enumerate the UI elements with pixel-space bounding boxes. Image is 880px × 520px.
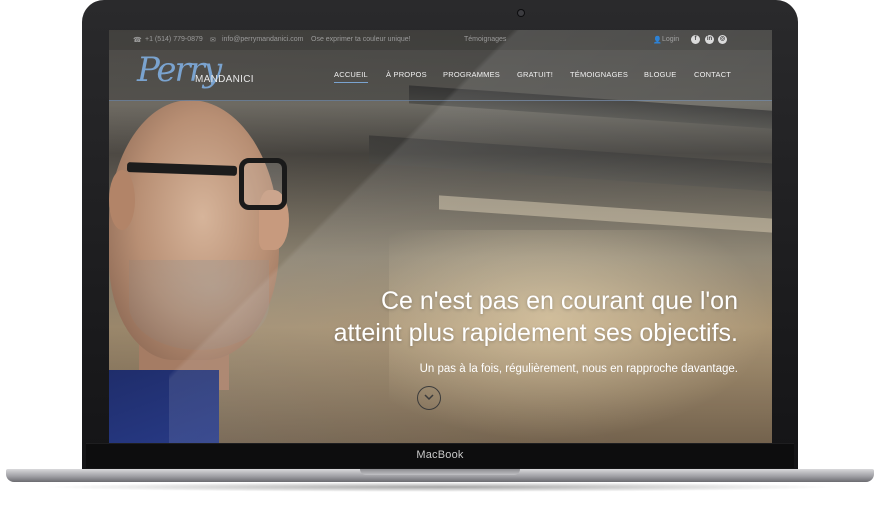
instagram-icon[interactable]: ◎ <box>718 35 727 44</box>
glasses-lens <box>239 158 287 210</box>
nav-programmes[interactable]: PROGRAMMES <box>443 70 500 79</box>
hero-subtitle: Un pas à la fois, régulièrement, nous en… <box>419 363 738 375</box>
hero-portrait <box>109 70 329 443</box>
user-icon: 👤 <box>653 37 662 44</box>
nav-a-propos[interactable]: À PROPOS <box>386 70 427 79</box>
tagline: Ose exprimer ta couleur unique! <box>311 36 411 43</box>
testimonials-link[interactable]: Témoignages <box>464 36 506 43</box>
main-nav: ACCUEIL À PROPOS PROGRAMMES GRATUIT! TÉM… <box>109 70 772 86</box>
nav-temoignages[interactable]: TÉMOIGNAGES <box>570 70 628 79</box>
device-label: MacBook <box>416 449 464 461</box>
portrait-beard <box>129 260 269 350</box>
mail-icon: ✉ <box>210 37 216 44</box>
nav-accueil[interactable]: ACCUEIL <box>334 70 368 83</box>
base-shadow <box>40 482 840 492</box>
background-beam <box>369 135 772 193</box>
phone-icon: ☎ <box>133 37 142 44</box>
site-header: Perry MANDANICI ACCUEIL À PROPOS PROGRAM… <box>109 50 772 101</box>
nav-contact[interactable]: CONTACT <box>694 70 731 79</box>
website-screen: ☎ +1 (514) 779-0879 ✉ info@perrymandanic… <box>109 30 772 443</box>
hero-title: Ce n'est pas en courant que l'on atteint… <box>333 287 738 347</box>
facebook-icon[interactable]: f <box>691 35 700 44</box>
linkedin-icon[interactable]: in <box>705 35 714 44</box>
portrait-ear <box>109 170 135 230</box>
chevron-down-icon <box>424 394 434 401</box>
phone-number[interactable]: +1 (514) 779-0879 <box>145 36 203 43</box>
top-bar: ☎ +1 (514) 779-0879 ✉ info@perrymandanic… <box>109 30 772 50</box>
base-notch <box>360 469 520 475</box>
camera-dot <box>518 10 524 16</box>
portrait-shirt <box>109 370 219 443</box>
laptop-base <box>0 469 880 495</box>
nav-gratuit[interactable]: GRATUIT! <box>517 70 553 79</box>
scroll-down-button[interactable] <box>417 386 441 410</box>
laptop-chin: MacBook <box>86 443 794 468</box>
email-link[interactable]: info@perrymandanici.com <box>222 36 303 43</box>
nav-blogue[interactable]: BLOGUE <box>644 70 676 79</box>
login-link[interactable]: Login <box>662 36 679 43</box>
